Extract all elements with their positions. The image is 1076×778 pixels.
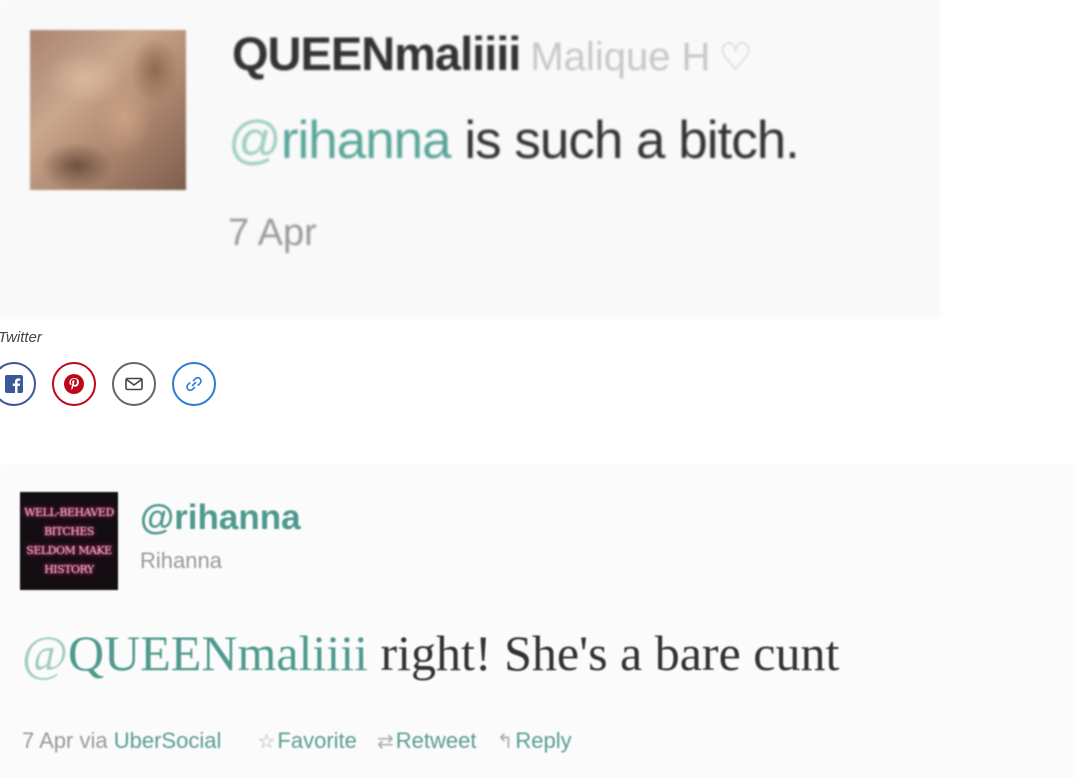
copy-link-button[interactable] [172, 362, 216, 406]
retweet-icon: ⇄ [377, 731, 394, 753]
tweet-text-rest: right! She's a bare cunt [368, 625, 840, 681]
via-label: via [79, 728, 108, 753]
user-avatar[interactable] [30, 30, 186, 190]
mention-link[interactable]: rihanna [281, 111, 452, 170]
mention-at-symbol[interactable]: @ [22, 625, 68, 681]
star-icon: ☆ [257, 731, 276, 753]
tweet-text: @rihanna is such a bitch. [228, 110, 800, 171]
reply-label: Reply [515, 728, 572, 753]
user-avatar[interactable]: WELL-BEHAVED BITCHES SELDOM MAKE HISTORY [20, 492, 118, 590]
tweet-card-2: WELL-BEHAVED BITCHES SELDOM MAKE HISTORY… [0, 464, 1076, 778]
avatar-text-block: WELL-BEHAVED BITCHES SELDOM MAKE HISTORY [20, 492, 118, 579]
email-share-button[interactable] [112, 362, 156, 406]
client-link[interactable]: UberSocial [114, 728, 222, 753]
pinterest-share-button[interactable] [52, 362, 96, 406]
tweet-text-rest: is such a bitch. [450, 111, 800, 170]
mention-link[interactable]: QUEENmaliiii [68, 625, 368, 681]
tweet-username[interactable]: @rihanna [140, 498, 301, 538]
avatar-text-line: SELDOM MAKE [26, 544, 112, 557]
tweet-date[interactable]: 7 Apr [22, 728, 73, 753]
pinterest-icon [64, 374, 84, 394]
tweet-display-name: Malique H [530, 35, 711, 79]
tweet-header: QUEENmaliiii Malique H ♡ [232, 26, 753, 81]
retweet-button[interactable]: ⇄Retweet [377, 728, 476, 753]
image-credit: Twitter [0, 329, 42, 346]
avatar-text-line: BITCHES [44, 525, 94, 538]
facebook-icon [5, 375, 23, 393]
heart-icon: ♡ [718, 37, 753, 79]
tweet-display-name: Rihanna [140, 548, 222, 573]
tweet-date[interactable]: 7 Apr [228, 212, 317, 255]
avatar-text-line: HISTORY [44, 563, 94, 576]
tweet-username[interactable]: QUEENmaliiii [232, 27, 521, 80]
retweet-label: Retweet [395, 728, 477, 753]
mention-at-symbol[interactable]: @ [228, 111, 282, 170]
avatar-text-line: WELL-BEHAVED [24, 506, 114, 519]
email-icon [125, 377, 143, 391]
tweet-meta: 7 Apr via UberSocial ☆Favorite ⇄Retweet … [22, 728, 572, 754]
tweet-card-1: QUEENmaliiii Malique H ♡ @rihanna is such … [0, 0, 940, 318]
favorite-label: Favorite [277, 728, 357, 753]
tweet-text: @QUEENmaliiii right! She's a bare cunt [22, 624, 839, 682]
reply-button[interactable]: ↰Reply [497, 728, 572, 753]
facebook-share-button[interactable] [0, 362, 36, 406]
reply-icon: ↰ [496, 731, 514, 753]
favorite-button[interactable]: ☆Favorite [257, 728, 356, 753]
link-icon [186, 376, 202, 392]
